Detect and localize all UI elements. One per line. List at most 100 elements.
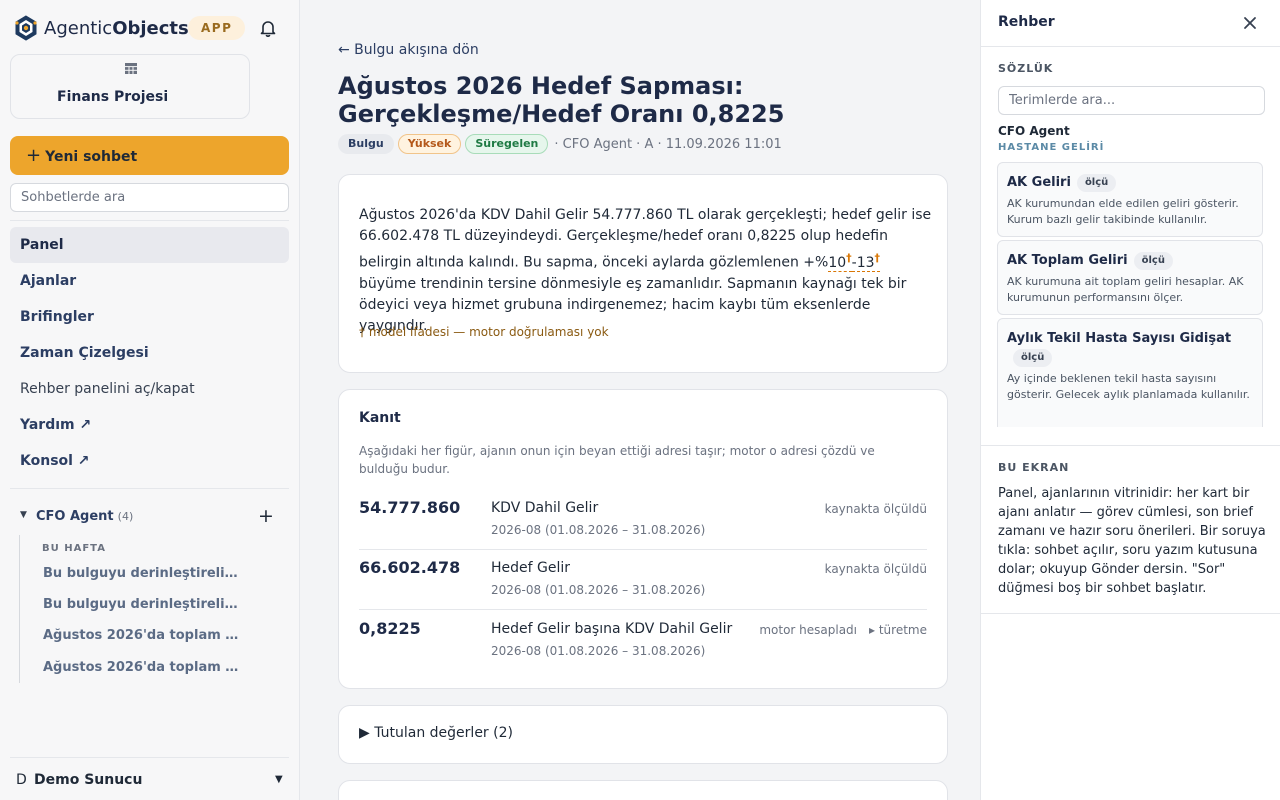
glossary-group: HASTANE GELİRİ — [998, 142, 1105, 153]
chevron-down-icon[interactable]: ▼ — [275, 774, 283, 785]
flagged-value[interactable]: 10† — [828, 251, 852, 272]
finding-meta: Bulgu Yüksek Süregelen · CFO Agent · A ·… — [338, 134, 782, 154]
nav-console-link[interactable]: Konsol ↗ — [10, 443, 289, 479]
this-screen-text: Panel, ajanlarının vitrinidir: her kart … — [998, 486, 1266, 596]
held-values-disclosure[interactable]: ▶ Tutulan değerler (2) — [338, 705, 948, 764]
summary-card: Ağustos 2026'da KDV Dahil Gelir 54.777.8… — [338, 174, 948, 373]
glossary-term[interactable]: AK Geliri ölçü AK kurumundan elde edilen … — [997, 162, 1263, 237]
derivation-toggle[interactable]: ▸ türetme — [869, 623, 927, 637]
divider — [10, 488, 289, 489]
evidence-description: Aşağıdaki her figür, ajanın onun için be… — [359, 444, 875, 476]
logo-icon — [15, 15, 37, 41]
held-values-label: ▶ Tutulan değerler (2) — [359, 725, 513, 741]
glossary-term[interactable]: Aylık Tekil Hasta Sayısı Gidişat ölçü Ay … — [997, 318, 1263, 427]
term-name: Aylık Tekil Hasta Sayısı Gidişat — [1007, 331, 1232, 346]
avatar: D — [16, 772, 27, 788]
guide-panel: Rehber SÖZLÜK CFO Agent HASTANE GELİRİ A… — [980, 0, 1280, 800]
term-name: AK Geliri — [1007, 175, 1071, 190]
close-icon[interactable] — [1241, 14, 1259, 32]
back-to-feed-link[interactable]: ← Bulgu akışına dön — [338, 42, 479, 58]
term-header: AK Geliri ölçü — [1007, 171, 1253, 192]
flagged-value-text: -13 — [851, 254, 875, 271]
guide-header: Rehber — [981, 0, 1280, 47]
term-search-input[interactable] — [998, 86, 1265, 115]
dagger-mark: † — [874, 251, 881, 264]
agent-group-name: CFO Agent (4) — [36, 509, 133, 524]
evidence-source: kaynakta ölçüldü — [824, 562, 927, 576]
glossary-agent: CFO Agent — [998, 124, 1070, 138]
evidence-source-text: motor hesapladı — [759, 623, 858, 637]
evidence-row: 66.602.478 Hedef Gelir 2026-08 (01.08.20… — [359, 550, 927, 610]
term-description: AK kurumuna ait toplam geliri hesaplar. … — [1007, 275, 1244, 304]
agent-thread-count: (4) — [117, 510, 134, 523]
brand-name: AgenticObjects — [44, 18, 189, 39]
nav-briefings[interactable]: Brifingler — [10, 299, 289, 335]
nav-panel[interactable]: Panel — [10, 227, 289, 263]
evidence-value: 66.602.478 — [359, 558, 461, 577]
term-header: AK Toplam Geliri ölçü — [1007, 249, 1253, 270]
next-card — [338, 780, 948, 800]
evidence-value: 0,8225 — [359, 619, 421, 638]
evidence-source: motor hesapladı ▸ türetme — [759, 623, 927, 637]
sidebar: AgenticObjects APP Finans Projesi + Yeni … — [0, 0, 300, 800]
user-name: Demo Sunucu — [34, 772, 143, 788]
glossary-list[interactable]: AK Geliri ölçü AK kurumundan elde edilen … — [997, 162, 1265, 427]
summary-text: Ağustos 2026'da KDV Dahil Gelir 54.777.8… — [359, 205, 934, 337]
thread-item[interactable]: Bu bulguyu derinleştirelim … — [43, 597, 243, 612]
evidence-row: 54.777.860 KDV Dahil Gelir 2026-08 (01.0… — [359, 490, 927, 550]
toggle-guide-panel[interactable]: Rehber panelini aç/kapat — [10, 371, 289, 407]
evidence-period: 2026-08 (01.08.2026 – 31.08.2026) — [491, 644, 706, 658]
term-type-badge: ölçü — [1013, 349, 1053, 367]
project-name: Finans Projesi — [57, 89, 169, 105]
flagged-value[interactable]: -13† — [851, 251, 881, 272]
main-content: ← Bulgu akışına dön Ağustos 2026 Hedef S… — [300, 0, 980, 800]
brand-name-light: Agentic — [44, 17, 113, 39]
evidence-value: 54.777.860 — [359, 498, 461, 517]
agent-group-header[interactable]: ▼ CFO Agent (4) + — [10, 505, 289, 528]
brand[interactable]: AgenticObjects — [14, 14, 189, 42]
new-chat-button[interactable]: + Yeni sohbet — [10, 136, 289, 175]
divider — [981, 613, 1280, 614]
type-badge: Bulgu — [338, 134, 394, 154]
glossary-term[interactable]: AK Toplam Geliri ölçü AK kurumuna ait top… — [997, 240, 1263, 315]
user-menu[interactable]: D Demo Sunucu ▼ — [10, 757, 289, 800]
evidence-card: Kanıt Aşağıdaki her figür, ajanın onun i… — [338, 389, 948, 689]
evidence-title: Kanıt — [359, 410, 401, 426]
held-values-text: Tutulan değerler (2) — [374, 725, 513, 741]
page-title: Ağustos 2026 Hedef Sapması: Gerçekleşme/… — [338, 72, 785, 128]
divider — [10, 220, 289, 221]
term-description: AK kurumundan elde edilen geliri gösteri… — [1007, 197, 1239, 226]
thread-item[interactable]: Ağustos 2026'da toplam gelir… — [43, 628, 243, 643]
agent-name-text: CFO Agent — [36, 509, 114, 524]
nav-help-link[interactable]: Yardım ↗ — [10, 407, 289, 443]
table-icon — [125, 63, 137, 74]
term-type-badge: ölçü — [1133, 252, 1173, 270]
nav-timeline[interactable]: Zaman Çizelgesi — [10, 335, 289, 371]
new-chat-label: Yeni sohbet — [45, 149, 138, 165]
guide-title: Rehber — [998, 14, 1055, 30]
status-badge: Süregelen — [465, 134, 549, 154]
thread-item[interactable]: Ağustos 2026'da toplam gelir… — [43, 660, 243, 675]
meta-text: · CFO Agent · A · 11.09.2026 11:01 — [554, 136, 782, 152]
divider — [981, 445, 1280, 446]
model-note: † model ifadesi — motor doğrulaması yok — [359, 325, 609, 339]
chat-search-input[interactable] — [10, 183, 289, 212]
thread-guide-line — [19, 535, 20, 683]
evidence-period: 2026-08 (01.08.2026 – 31.08.2026) — [491, 583, 706, 597]
evidence-metric: Hedef Gelir başına KDV Dahil Gelir — [491, 621, 733, 637]
evidence-period: 2026-08 (01.08.2026 – 31.08.2026) — [491, 523, 706, 537]
nav-agents[interactable]: Ajanlar — [10, 263, 289, 299]
evidence-row: 0,8225 Hedef Gelir başına KDV Dahil Geli… — [359, 611, 927, 671]
term-header: Aylık Tekil Hasta Sayısı Gidişat ölçü — [1007, 327, 1253, 367]
evidence-metric: Hedef Gelir — [491, 560, 571, 576]
plus-icon: + — [26, 145, 42, 166]
severity-badge: Yüksek — [397, 134, 462, 154]
evidence-metric: KDV Dahil Gelir — [491, 500, 599, 516]
bell-icon[interactable] — [259, 19, 277, 37]
thread-item[interactable]: Bu bulguyu derinleştirelim … — [43, 566, 243, 581]
project-switcher[interactable]: Finans Projesi — [10, 54, 250, 119]
add-thread-button[interactable]: + — [258, 505, 274, 527]
brand-name-bold: Objects — [112, 17, 189, 39]
term-type-badge: ölçü — [1076, 174, 1117, 192]
chevron-down-icon[interactable]: ▼ — [20, 510, 27, 520]
